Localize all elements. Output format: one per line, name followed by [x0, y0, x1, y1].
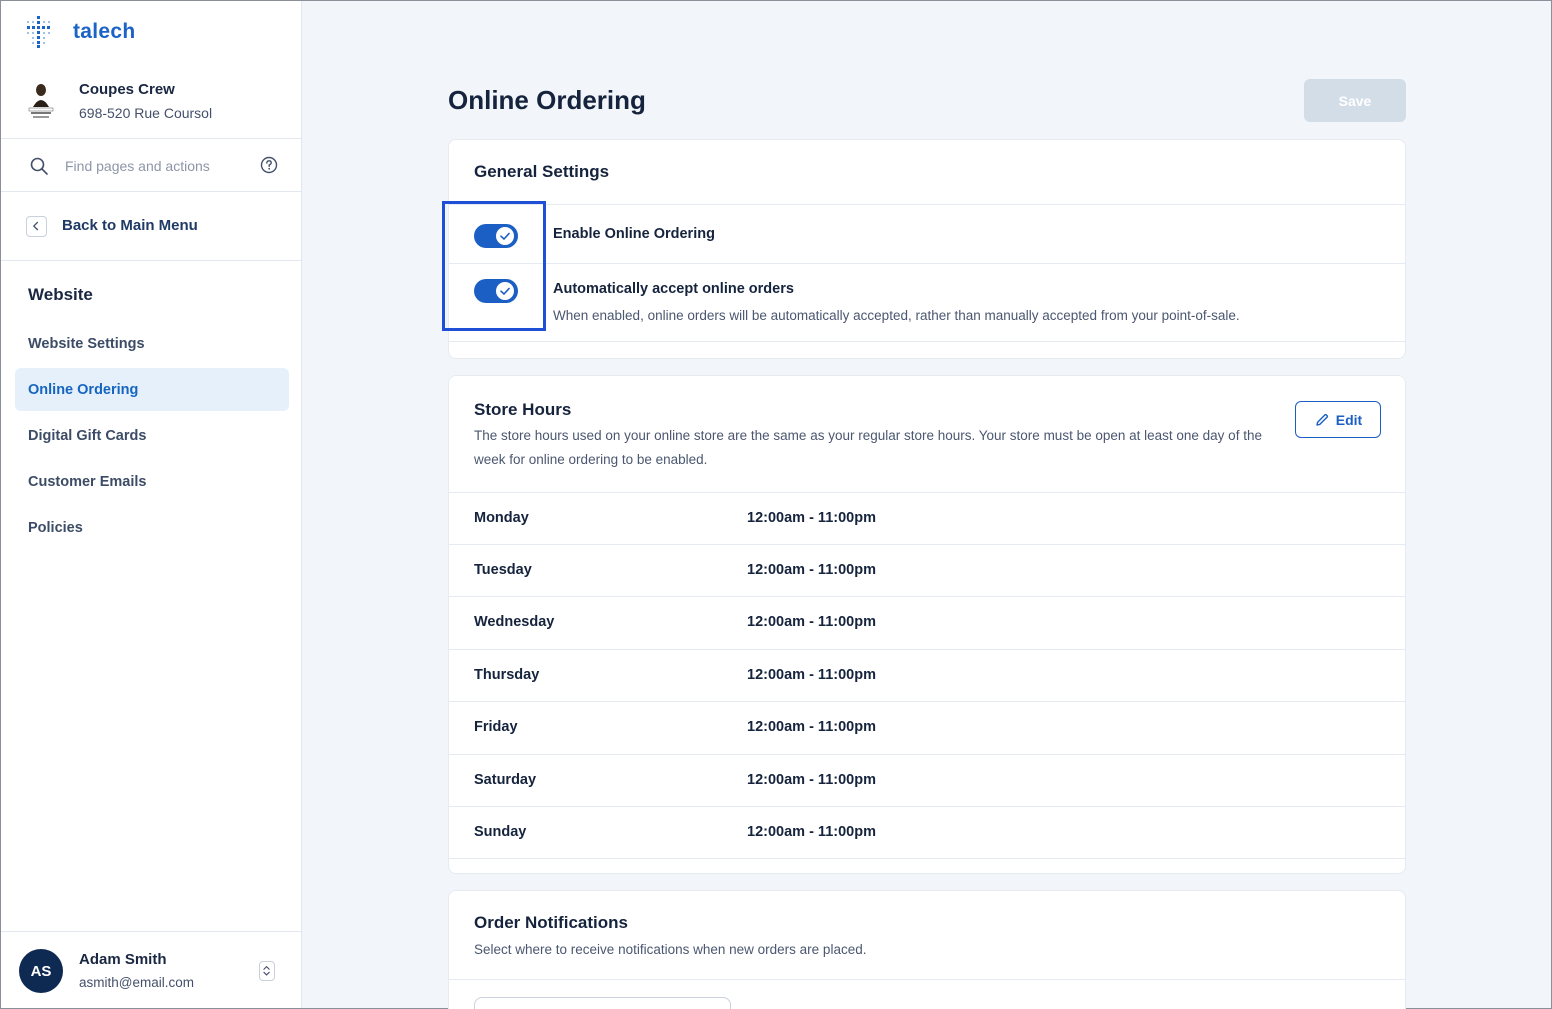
user-email: asmith@email.com — [79, 975, 194, 990]
user-name: Adam Smith — [79, 951, 167, 968]
general-settings-title: General Settings — [474, 162, 610, 181]
chevron-left-icon — [26, 216, 47, 237]
nav-section-title: Website — [28, 285, 93, 304]
brand-name: talech — [73, 20, 136, 43]
sidebar-item-policies[interactable]: Policies — [15, 506, 289, 549]
day-name: Wednesday — [474, 614, 555, 630]
search-input[interactable] — [65, 154, 245, 178]
day-hours: 12:00am - 11:00pm — [747, 510, 876, 526]
order-notifications-title: Order Notifications — [474, 913, 628, 932]
enable-online-ordering-label: Enable Online Ordering — [553, 226, 715, 242]
brand[interactable]: talech — [23, 15, 136, 49]
store-name: Coupes Crew — [79, 81, 175, 98]
table-row: Monday 12:00am - 11:00pm — [449, 492, 1405, 544]
day-hours: 12:00am - 11:00pm — [747, 824, 876, 840]
divider — [449, 979, 1405, 980]
edit-store-hours-button[interactable]: Edit — [1295, 401, 1381, 438]
table-row: Tuesday 12:00am - 11:00pm — [449, 544, 1405, 596]
day-name: Tuesday — [474, 562, 532, 578]
general-settings-card: General Settings Enable Online Ordering … — [442, 139, 1406, 359]
table-row: Friday 12:00am - 11:00pm — [449, 701, 1405, 753]
edit-label: Edit — [1335, 411, 1363, 428]
day-hours: 12:00am - 11:00pm — [747, 562, 876, 578]
table-row: Sunday 12:00am - 11:00pm — [449, 806, 1405, 858]
divider — [449, 858, 1405, 859]
page-title: Online Ordering — [448, 85, 646, 115]
talech-logo-icon — [27, 16, 50, 48]
day-name: Monday — [474, 510, 529, 526]
day-hours: 12:00am - 11:00pm — [747, 772, 876, 788]
divider — [449, 341, 1405, 342]
sidebar-item-digital-gift-cards[interactable]: Digital Gift Cards — [15, 414, 289, 457]
table-row: Saturday 12:00am - 11:00pm — [449, 754, 1405, 806]
day-hours: 12:00am - 11:00pm — [747, 719, 876, 735]
day-name: Thursday — [474, 667, 540, 683]
divider — [449, 204, 1405, 205]
store-hours-title: Store Hours — [474, 400, 572, 419]
search-bar — [1, 140, 301, 192]
chevron-up-down-icon[interactable] — [259, 961, 275, 981]
auto-accept-orders-label: Automatically accept online orders — [553, 281, 794, 297]
sidebar: talech Coupes Crew 698-520 Rue Coursol F… — [1, 1, 302, 1008]
auto-accept-orders-description: When enabled, online orders will be auto… — [553, 308, 1240, 323]
help-icon[interactable] — [260, 156, 278, 174]
pencil-icon — [1316, 413, 1328, 426]
notification-channel-field[interactable] — [474, 997, 731, 1009]
user-account[interactable]: AS Adam Smith asmith@email.com — [1, 931, 301, 1008]
store-switcher[interactable]: Coupes Crew 698-520 Rue Coursol — [1, 67, 301, 139]
avatar: AS — [19, 949, 63, 993]
table-row: Thursday 12:00am - 11:00pm — [449, 649, 1405, 701]
table-row: Wednesday 12:00am - 11:00pm — [449, 596, 1405, 648]
order-notifications-card: Order Notifications Select where to rece… — [448, 890, 1406, 1009]
day-hours: 12:00am - 11:00pm — [747, 667, 876, 683]
store-address: 698-520 Rue Coursol — [79, 105, 213, 121]
day-name: Friday — [474, 719, 518, 735]
back-to-main-menu[interactable]: Back to Main Menu — [1, 193, 301, 261]
back-label: Back to Main Menu — [62, 217, 198, 234]
order-notifications-description: Select where to receive notifications wh… — [474, 942, 867, 957]
day-name: Sunday — [474, 824, 527, 840]
store-hours-card: Store Hours The store hours used on your… — [448, 375, 1406, 874]
sidebar-item-online-ordering[interactable]: Online Ordering — [15, 368, 289, 411]
highlight-annotation — [442, 201, 546, 331]
save-button[interactable]: Save — [1304, 79, 1406, 122]
divider — [449, 263, 1405, 264]
store-logo-icon — [28, 84, 54, 118]
sidebar-item-customer-emails[interactable]: Customer Emails — [15, 460, 289, 503]
day-hours: 12:00am - 11:00pm — [747, 614, 876, 630]
store-hours-description: The store hours used on your online stor… — [474, 428, 1262, 467]
sidebar-item-website-settings[interactable]: Website Settings — [15, 322, 289, 365]
search-icon — [30, 157, 48, 175]
day-name: Saturday — [474, 772, 537, 788]
